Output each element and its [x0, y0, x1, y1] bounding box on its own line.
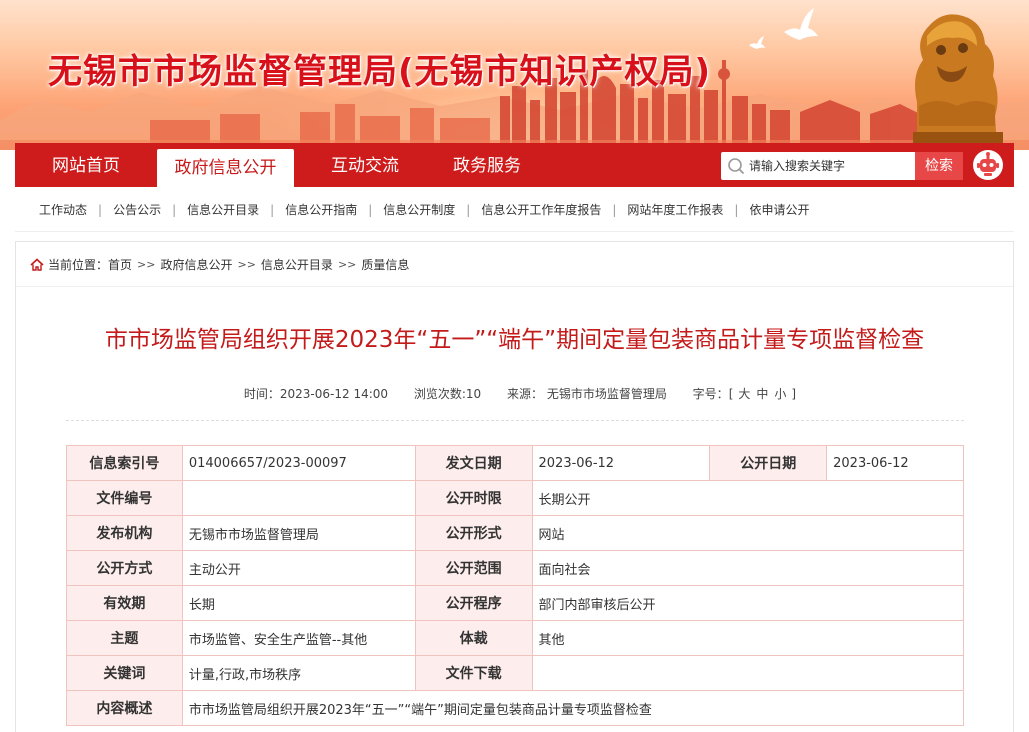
table-row: 发布机构 无锡市市场监督管理局 公开形式 网站 [66, 515, 964, 551]
table-row: 内容概述 市市场监管局组织开展2023年“五一”“端午”期间定量包装商品计量专项… [66, 690, 965, 726]
site-title: 无锡市市场监督管理局(无锡市知识产权局) [48, 52, 712, 92]
breadcrumb-arrow: >> [137, 258, 156, 271]
table-value: 市场监管、安全生产监管--其他 [181, 620, 416, 656]
dove-small-icon [749, 36, 765, 49]
table-row: 信息索引号 014006657/2023-00097 发文日期 2023-06-… [66, 445, 964, 481]
breadcrumb: 当前位置： 首页 >> 政府信息公开 >> 信息公开目录 >> 质量信息 [30, 256, 409, 273]
separator: | [98, 202, 103, 217]
font-size-medium[interactable]: 中 [756, 387, 768, 401]
font-size-label: 字号： [692, 387, 729, 401]
table-label: 主题 [66, 620, 183, 656]
table-label: 公开方式 [66, 550, 183, 586]
bracket: [ [728, 387, 734, 401]
article-source: 来源： 无锡市市场监督管理局 [507, 387, 667, 401]
table-value: 2023-06-12 [531, 445, 711, 481]
sub-nav: 工作动态 | 公告公示 | 信息公开目录 | 信息公开指南 | 信息公开制度 |… [15, 187, 1014, 232]
subnav-item-announcements[interactable]: 公告公示 [113, 201, 161, 218]
separator: | [734, 202, 739, 217]
breadcrumb-home[interactable]: 首页 [108, 256, 132, 273]
search-input[interactable] [749, 155, 911, 177]
search-button[interactable]: 检索 [915, 152, 963, 180]
dashed-divider [66, 420, 964, 421]
table-label: 有效期 [66, 585, 183, 621]
view-count: 浏览次数:10 [413, 387, 482, 401]
table-value [181, 480, 416, 516]
header-banner: 无锡市市场监督管理局(无锡市知识产权局) [0, 0, 1029, 150]
nav-item-gov-info[interactable]: 政府信息公开 [157, 149, 294, 187]
table-value: 2023-06-12 [826, 445, 964, 481]
separator: | [612, 202, 617, 217]
table-value: 其他 [531, 620, 964, 656]
table-label: 发布机构 [66, 515, 183, 551]
file-download-cell[interactable] [531, 655, 964, 691]
table-row: 主题 市场监管、安全生产监管--其他 体裁 其他 [66, 620, 964, 656]
main-nav: 网站首页 政府信息公开 互动交流 政务服务 检索 [15, 143, 1014, 187]
table-label: 文件下载 [414, 655, 533, 691]
table-label: 公开日期 [709, 445, 828, 481]
table-value: 长期 [181, 585, 416, 621]
table-value: 网站 [531, 515, 964, 551]
bracket: ] [791, 387, 797, 401]
article-meta: 时间：2023-06-12 14:00 浏览次数:10 来源： 无锡市市场监督管… [16, 385, 1013, 402]
table-label: 文件编号 [66, 480, 183, 516]
nav-item-interaction[interactable]: 互动交流 [311, 143, 419, 187]
table-label: 体裁 [414, 620, 533, 656]
table-value: 计量,行政,市场秩序 [181, 655, 416, 691]
table-value: 014006657/2023-00097 [181, 445, 416, 481]
separator: | [466, 202, 471, 217]
separator: | [172, 202, 177, 217]
table-value: 主动公开 [181, 550, 416, 586]
subnav-item-website-report[interactable]: 网站年度工作报表 [627, 201, 723, 218]
subnav-item-apply[interactable]: 依申请公开 [749, 201, 809, 218]
font-size-control: 字号：[ 大中小] [693, 387, 796, 401]
subnav-item-catalog[interactable]: 信息公开目录 [187, 201, 259, 218]
table-label: 公开范围 [414, 550, 533, 586]
table-label: 关键词 [66, 655, 183, 691]
dove-icon [784, 8, 818, 40]
table-row: 关键词 计量,行政,市场秩序 文件下载 [66, 655, 964, 691]
separator: | [270, 202, 275, 217]
table-label: 发文日期 [414, 445, 533, 481]
breadcrumb-prefix: 当前位置： [48, 258, 109, 272]
divider [16, 286, 1013, 287]
publish-time: 时间：2023-06-12 14:00 [243, 387, 389, 401]
search-box [721, 152, 915, 180]
breadcrumb-arrow: >> [337, 258, 357, 271]
stone-lion-illustration [913, 14, 1003, 146]
search-icon [728, 158, 745, 175]
table-value: 部门内部审核后公开 [531, 585, 964, 621]
separator: | [368, 202, 373, 217]
table-value: 市市场监管局组织开展2023年“五一”“端午”期间定量包装商品计量专项监督检查 [181, 690, 965, 726]
article-title: 市市场监管局组织开展2023年“五一”“端午”期间定量包装商品计量专项监督检查 [104, 327, 925, 353]
sub-nav-links: 工作动态 | 公告公示 | 信息公开目录 | 信息公开指南 | 信息公开制度 |… [39, 187, 809, 232]
breadcrumb-gov-info[interactable]: 政府信息公开 [160, 256, 232, 273]
nav-item-services[interactable]: 政务服务 [433, 143, 541, 187]
table-label: 公开程序 [414, 585, 533, 621]
subnav-item-annual-report[interactable]: 信息公开工作年度报告 [481, 201, 601, 218]
table-label: 内容概述 [66, 690, 183, 726]
table-value: 面向社会 [531, 550, 964, 586]
table-label: 公开形式 [414, 515, 533, 551]
breadcrumb-catalog[interactable]: 信息公开目录 [261, 256, 333, 273]
subnav-item-guide[interactable]: 信息公开指南 [285, 201, 357, 218]
content-panel: 当前位置： 首页 >> 政府信息公开 >> 信息公开目录 >> 质量信息 市市场… [15, 241, 1014, 732]
breadcrumb-quality[interactable]: 质量信息 [361, 256, 409, 273]
robot-assistant-icon[interactable] [973, 150, 1003, 180]
table-value: 无锡市市场监督管理局 [181, 515, 416, 551]
font-size-small[interactable]: 小 [774, 387, 786, 401]
table-row: 文件编号 公开时限 长期公开 [66, 480, 964, 516]
table-value: 长期公开 [531, 480, 964, 516]
breadcrumb-arrow: >> [237, 258, 256, 271]
table-label: 信息索引号 [66, 445, 183, 481]
font-size-large[interactable]: 大 [738, 387, 750, 401]
nav-item-home[interactable]: 网站首页 [33, 143, 139, 187]
table-row: 有效期 长期 公开程序 部门内部审核后公开 [66, 585, 964, 621]
table-label: 公开时限 [414, 480, 533, 516]
subnav-item-system[interactable]: 信息公开制度 [383, 201, 455, 218]
subnav-item-work-news[interactable]: 工作动态 [39, 201, 87, 218]
home-icon [30, 258, 44, 271]
info-table: 信息索引号 014006657/2023-00097 发文日期 2023-06-… [66, 445, 965, 726]
table-row: 公开方式 主动公开 公开范围 面向社会 [66, 550, 964, 586]
